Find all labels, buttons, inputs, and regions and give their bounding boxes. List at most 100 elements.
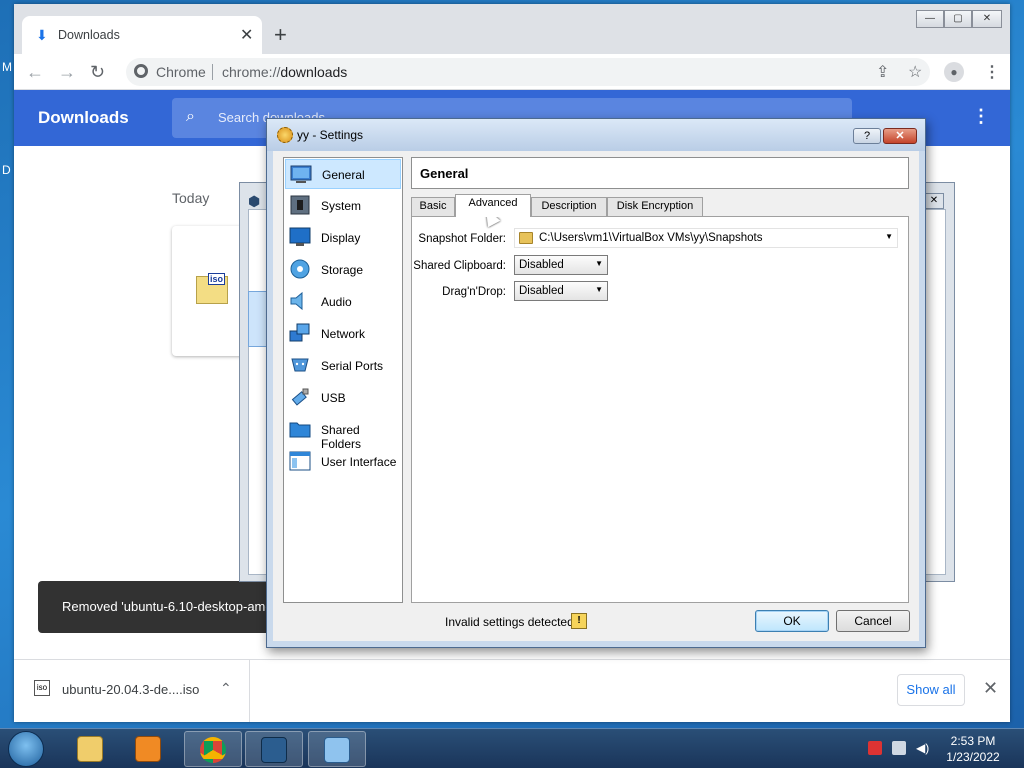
dialog-close-button[interactable]: ✕ (883, 128, 917, 144)
omnibox-scheme-label: Chrome (156, 64, 206, 80)
reload-icon[interactable]: ↻ (90, 62, 105, 83)
warning-icon[interactable]: ! (571, 613, 587, 629)
general-icon (290, 165, 312, 183)
chevron-up-icon[interactable]: ⌃ (220, 680, 232, 697)
new-tab-button[interactable]: + (274, 24, 287, 46)
desktop-icon-label: D (2, 163, 11, 177)
date-section-label: Today (172, 190, 210, 206)
chevron-down-icon: ▼ (595, 285, 603, 294)
close-window-button[interactable]: ✕ (972, 10, 1002, 28)
close-icon[interactable]: ✕ (924, 193, 944, 209)
tab-title: Downloads (58, 28, 120, 42)
taskbar-virtualbox[interactable] (245, 731, 303, 767)
dialog-title: yy - Settings (297, 128, 364, 142)
nav-item-system[interactable]: System (285, 191, 401, 221)
browser-toolbar: ← → ↻ Chrome chrome://downloads ⇪ ☆ ● ⋮ (14, 54, 1010, 90)
nav-item-network[interactable]: Network (285, 319, 401, 349)
nav-item-user-interface[interactable]: User Interface (285, 447, 401, 477)
tab-basic[interactable]: Basic (411, 197, 455, 216)
drag-n-drop-select[interactable]: Disabled ▼ (514, 281, 608, 301)
window-controls: — ▢ ✕ (916, 10, 1002, 28)
ok-button[interactable]: OK (755, 610, 829, 632)
section-title: General (420, 166, 469, 181)
show-all-button[interactable]: Show all (897, 674, 965, 706)
tab-strip: ⬇ Downloads ✕ + — ▢ ✕ (14, 4, 1010, 54)
downloads-menu-icon[interactable]: ⋮ (972, 106, 990, 127)
nav-item-shared-folders[interactable]: Shared Folders (285, 415, 401, 451)
tab-downloads[interactable]: ⬇ Downloads ✕ (22, 16, 262, 54)
nav-item-audio[interactable]: Audio (285, 287, 401, 317)
minimize-button[interactable]: — (916, 10, 944, 28)
chrome-page-icon (134, 64, 148, 78)
profile-avatar-icon[interactable]: ● (944, 62, 964, 82)
tab-disk-encryption[interactable]: Disk Encryption (607, 197, 703, 216)
system-icon (290, 195, 310, 215)
omnibox-separator (212, 64, 213, 80)
snapshot-folder-value: C:\Users\vm1\VirtualBox VMs\yy\Snapshots (539, 232, 763, 244)
cancel-button[interactable]: Cancel (836, 610, 910, 632)
desktop-icon-label: M (2, 60, 12, 74)
taskbar-media-player[interactable] (120, 731, 178, 767)
forward-icon[interactable]: → (58, 62, 76, 83)
invalid-settings-text: Invalid settings detected (445, 615, 574, 629)
control-panel-icon (324, 737, 350, 763)
nav-label: Display (321, 231, 361, 245)
shared-clipboard-value: Disabled (519, 259, 564, 271)
serial-ports-icon (291, 358, 309, 372)
bookmark-star-icon[interactable]: ☆ (908, 62, 922, 82)
nav-label: General (322, 168, 365, 182)
nav-label: Serial Ports (321, 359, 384, 373)
nav-label: User Interface (321, 455, 397, 469)
iso-file-icon: iso (34, 680, 50, 696)
chrome-menu-icon[interactable]: ⋮ (984, 62, 1000, 82)
settings-dialog: yy - Settings ? ✕ General System Display… (266, 118, 926, 648)
nav-item-display[interactable]: Display (285, 223, 401, 253)
tab-close-icon[interactable]: ✕ (240, 25, 253, 45)
download-icon: ⬇ (36, 27, 48, 43)
chevron-down-icon: ▼ (885, 232, 893, 241)
chevron-down-icon: ▼ (595, 259, 603, 268)
help-button[interactable]: ? (853, 128, 881, 144)
nav-item-general[interactable]: General (285, 159, 401, 189)
url-prefix: chrome:// (222, 64, 281, 80)
advanced-tab-page: Snapshot Folder: C:\Users\vm1\VirtualBox… (411, 216, 909, 603)
action-center-icon[interactable] (868, 741, 882, 755)
share-icon[interactable]: ⇪ (876, 62, 889, 82)
url-host: downloads (280, 64, 348, 80)
close-shelf-icon[interactable]: ✕ (983, 678, 998, 699)
taskbar-explorer[interactable] (62, 731, 120, 767)
back-icon[interactable]: ← (26, 62, 44, 83)
start-button[interactable] (8, 731, 44, 767)
volume-icon[interactable]: ◀) (916, 741, 930, 755)
clock-date: 1/23/2022 (946, 750, 1000, 764)
nav-item-usb[interactable]: USB (285, 383, 401, 413)
taskbar-clock[interactable]: 2:53 PM 1/23/2022 (940, 733, 1006, 765)
snapshot-folder-select[interactable]: C:\Users\vm1\VirtualBox VMs\yy\Snapshots… (514, 228, 898, 248)
virtualbox-icon (261, 737, 287, 763)
shelf-file-name: ubuntu-20.04.3-de....iso (62, 682, 200, 697)
shared-clipboard-label: Shared Clipboard: (413, 260, 506, 272)
dialog-titlebar: yy - Settings ? ✕ (267, 119, 925, 151)
address-bar[interactable]: Chrome chrome://downloads (126, 58, 930, 86)
tab-advanced[interactable]: Advanced (455, 194, 531, 217)
section-header: General (411, 157, 909, 189)
settings-nav: General System Display Storage Audio Net… (283, 157, 403, 603)
virtualbox-icon: ⬢ (248, 193, 261, 209)
maximize-button[interactable]: ▢ (944, 10, 972, 28)
nav-label: USB (321, 391, 346, 405)
toast-text: Removed 'ubuntu-6.10-desktop-amd (62, 599, 273, 614)
shared-clipboard-select[interactable]: Disabled ▼ (514, 255, 608, 275)
network-tray-icon[interactable] (892, 741, 906, 755)
shelf-download-item[interactable]: iso ubuntu-20.04.3-de....iso ⌃ (14, 660, 250, 722)
taskbar-chrome[interactable] (184, 731, 242, 767)
nav-item-storage[interactable]: Storage (285, 255, 401, 285)
iso-icon-label: iso (207, 273, 225, 285)
nav-item-serial-ports[interactable]: Serial Ports (285, 351, 401, 381)
taskbar-control-panel[interactable] (308, 731, 366, 767)
nav-label: Network (321, 327, 366, 341)
tab-description[interactable]: Description (531, 197, 607, 216)
nav-label: Storage (321, 263, 364, 277)
download-shelf: iso ubuntu-20.04.3-de....iso ⌃ Show all … (14, 659, 1010, 722)
media-player-icon (135, 736, 161, 762)
network-icon (289, 323, 310, 342)
